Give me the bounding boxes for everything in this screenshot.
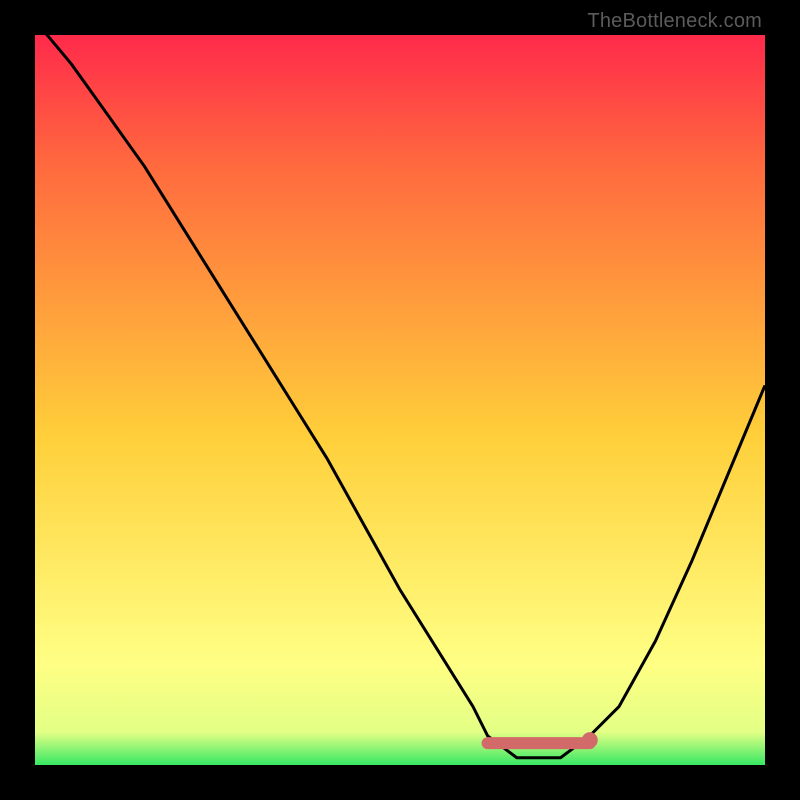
chart-plot-area xyxy=(35,35,765,765)
gradient-background xyxy=(35,35,765,765)
optimal-band-end-dot xyxy=(582,732,598,748)
chart-svg xyxy=(35,35,765,765)
attribution-text: TheBottleneck.com xyxy=(587,10,762,33)
